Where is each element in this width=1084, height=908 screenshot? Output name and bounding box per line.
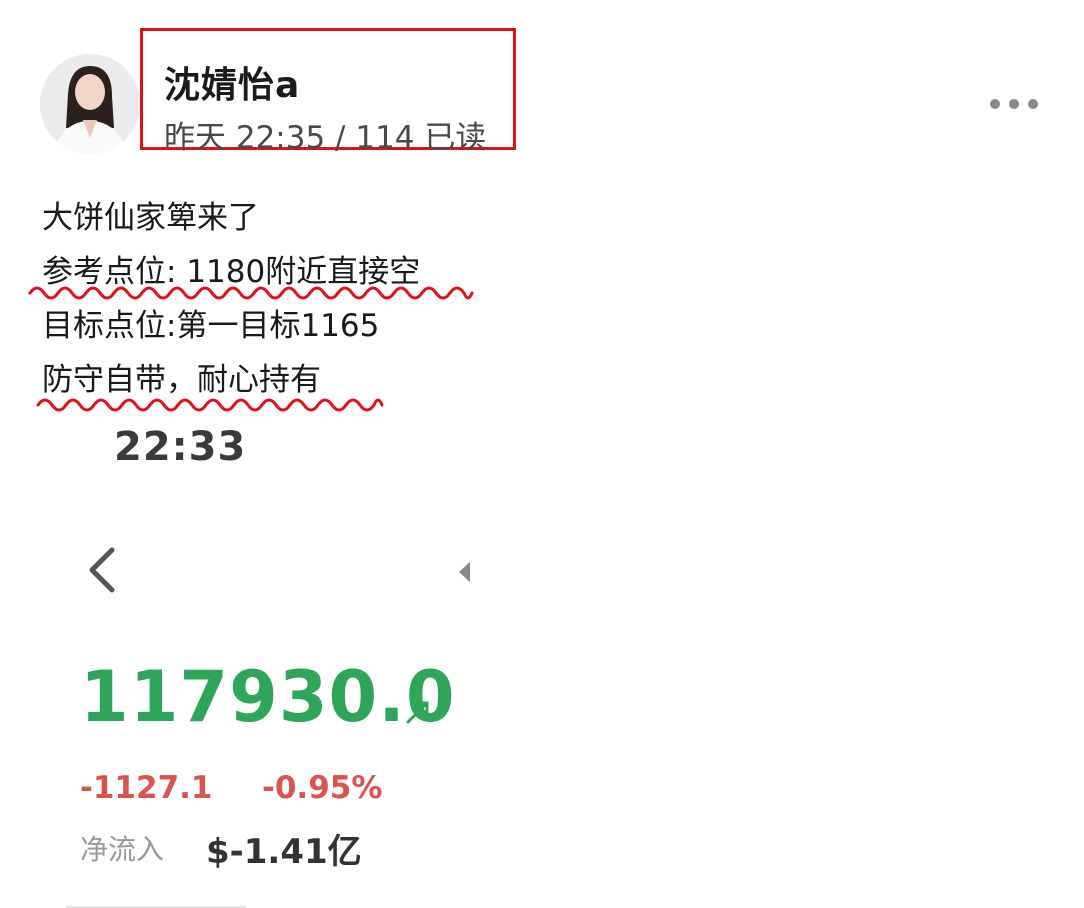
avatar[interactable]: [40, 54, 140, 154]
dot: [990, 99, 1000, 109]
price-change-percent: -0.95%: [262, 770, 383, 806]
arrow-up-right-icon: [406, 701, 429, 724]
chevron-left-icon[interactable]: [84, 544, 120, 596]
wavy-underline: [36, 398, 384, 412]
price-change: -1127.1: [80, 770, 213, 806]
dot: [1028, 99, 1038, 109]
author-name[interactable]: 沈婧怡a: [164, 56, 300, 108]
net-inflow-value: $-1.41亿: [206, 832, 362, 872]
net-inflow-label: 净流入: [80, 833, 165, 866]
small-triangle-left-icon: [459, 562, 470, 582]
post-meta: 昨天 22:35 / 114 已读: [164, 120, 487, 156]
post-line-target: 目标点位:第一目标1165: [42, 308, 380, 344]
dot: [1009, 99, 1019, 109]
post-line-title: 大饼仙家箄来了: [42, 200, 259, 236]
more-dots-icon[interactable]: [990, 92, 1046, 116]
post-line-defense: 防守自带，耐心持有: [42, 362, 321, 398]
screenshot-time: 22:33: [114, 424, 247, 470]
price-value: 117930.0: [80, 656, 456, 738]
avatar-image: [40, 54, 140, 154]
